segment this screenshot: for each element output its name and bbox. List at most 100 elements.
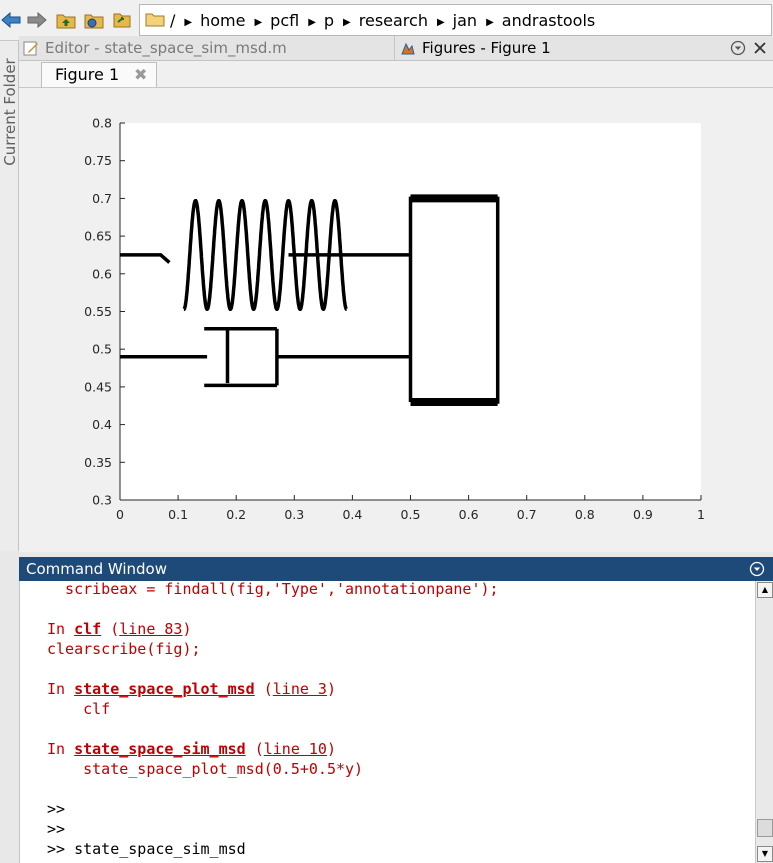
breadcrumb-pcfl[interactable]: pcfl <box>270 5 299 36</box>
output-line: clf <box>47 699 110 719</box>
function-link[interactable]: state_space_sim_msd <box>74 740 246 758</box>
output-line: In clf (line 83) <box>47 619 192 639</box>
command-window: Command Window scribeax = findall(fig,'T… <box>19 557 773 863</box>
command-window-body[interactable]: scribeax = findall(fig,'Type','annotatio… <box>19 581 773 863</box>
output-line: clearscribe(fig); <box>47 639 201 659</box>
tab-editor[interactable]: Editor - state_space_sim_msd.m <box>19 36 395 60</box>
command-output[interactable]: scribeax = findall(fig,'Type','annotatio… <box>20 581 756 863</box>
back-arrow-icon[interactable] <box>0 9 22 31</box>
y-tick-label: 0.5 <box>92 342 112 357</box>
y-tick-label: 0.75 <box>84 153 112 168</box>
prompt-text: >> state_space_sim_msd <box>47 840 246 858</box>
y-tick-label: 0.4 <box>92 417 112 432</box>
output-text: scribeax = findall(fig,'Type','annotatio… <box>47 581 499 598</box>
editor-icon <box>23 41 38 56</box>
panel-menu-icon[interactable] <box>749 561 765 577</box>
breadcrumb-jan[interactable]: jan <box>453 5 477 36</box>
output-text: ) <box>182 620 192 638</box>
chevron-right-icon[interactable]: ▶ <box>308 7 316 38</box>
line-link[interactable]: line 10 <box>264 740 327 758</box>
tab-figures[interactable]: Figures - Figure 1 <box>396 36 773 60</box>
x-tick-label: 0 <box>116 507 124 522</box>
breadcrumb-p[interactable]: p <box>324 5 334 36</box>
close-icon[interactable]: ✖ <box>134 63 147 87</box>
scrollbar-thumb[interactable] <box>757 819 773 837</box>
tab-figure-1[interactable]: Figure 1 ✖ <box>41 62 157 87</box>
breadcrumb-andrastools[interactable]: andrastools <box>502 5 595 36</box>
y-tick-label: 0.8 <box>92 116 112 131</box>
close-icon[interactable] <box>753 41 767 55</box>
output-text: clf <box>47 700 111 718</box>
refresh-icon[interactable] <box>111 9 133 31</box>
command-window-titlebar: Command Window <box>19 557 773 581</box>
output-line: >> <box>47 819 65 839</box>
output-text: ( <box>101 620 120 638</box>
y-tick-label: 0.35 <box>84 455 112 470</box>
function-link[interactable]: clf <box>74 620 101 638</box>
document-tabs: Editor - state_space_sim_msd.m Figures -… <box>19 36 773 61</box>
output-line: state_space_plot_msd(0.5+0.5*y) <box>47 759 363 779</box>
output-text: ) <box>326 680 336 698</box>
breadcrumb-root[interactable]: / <box>170 5 175 36</box>
command-window-title: Command Window <box>26 560 168 578</box>
folder-icon <box>145 13 165 27</box>
vertical-scrollbar[interactable]: ▲ ▼ <box>755 581 773 863</box>
x-tick-label: 0.7 <box>517 507 537 522</box>
x-tick-label: 0.8 <box>575 507 595 522</box>
current-folder-label[interactable]: Current Folder <box>1 56 19 168</box>
up-folder-icon[interactable] <box>55 9 77 31</box>
output-text: In <box>47 680 75 698</box>
browse-folder-icon[interactable] <box>83 9 105 31</box>
x-tick-label: 0.9 <box>633 507 653 522</box>
scroll-down-arrow-icon[interactable]: ▼ <box>757 846 773 862</box>
output-text: clearscribe(fig); <box>47 640 201 658</box>
prompt-text: >> <box>47 820 66 838</box>
left-gutter <box>0 555 18 863</box>
y-tick-label: 0.7 <box>92 191 112 206</box>
line-link[interactable]: line 83 <box>119 620 182 638</box>
output-text: ( <box>254 680 273 698</box>
x-tick-label: 0.5 <box>401 507 421 522</box>
y-tick-label: 0.6 <box>92 266 112 281</box>
x-tick-label: 0.6 <box>459 507 479 522</box>
function-link[interactable]: state_space_plot_msd <box>74 680 255 698</box>
output-text: In <box>47 620 75 638</box>
y-tick-label: 0.45 <box>84 379 112 394</box>
output-line: >> state_space_sim_msd <box>47 839 246 859</box>
chevron-right-icon[interactable]: ▶ <box>254 7 262 38</box>
output-line: scribeax = findall(fig,'Type','annotatio… <box>47 581 499 599</box>
scroll-up-arrow-icon[interactable]: ▲ <box>757 582 773 598</box>
function-browser-icon[interactable]: fx <box>20 859 26 863</box>
x-tick-label: 0.2 <box>226 507 246 522</box>
breadcrumb-home[interactable]: home <box>200 5 245 36</box>
figure-canvas: 0 0.1 0.2 0.3 0.4 0.5 0.6 0.7 0.8 0.9 1 0.3 0.35 0.4 0… <box>19 87 773 552</box>
x-tick-label: 1 <box>697 507 705 522</box>
output-line: >> <box>47 799 65 819</box>
chevron-right-icon[interactable]: ▶ <box>437 7 445 38</box>
output-text: ( <box>245 740 264 758</box>
figures-panel: Figure 1 ✖ 0 0.1 0.2 0.3 0.4 0.5 0.6 0.7 0.8 0.9 1… <box>19 61 773 552</box>
tab-figure-1-label: Figure 1 <box>55 65 120 84</box>
line-link[interactable]: line 3 <box>273 680 327 698</box>
address-bar[interactable]: / ▶ home ▶ pcfl ▶ p ▶ research ▶ jan ▶ andrastools <box>139 4 772 36</box>
chevron-right-icon[interactable]: ▶ <box>184 7 192 38</box>
chevron-right-icon[interactable]: ▶ <box>343 7 351 38</box>
breadcrumb: / ▶ home ▶ pcfl ▶ p ▶ research ▶ jan ▶ andrastools <box>170 5 595 35</box>
y-tick-label: 0.3 <box>92 493 112 508</box>
figure-icon <box>401 42 415 55</box>
prompt-text: >> <box>47 800 66 818</box>
y-tick-label: 0.65 <box>84 229 112 244</box>
forward-arrow-icon[interactable] <box>26 9 48 31</box>
panel-menu-icon[interactable] <box>730 40 746 56</box>
output-text: state_space_plot_msd(0.5+0.5*y) <box>47 760 364 778</box>
output-line: In state_space_plot_msd (line 3) <box>47 679 336 699</box>
output-text: In <box>47 740 75 758</box>
toolbar: / ▶ home ▶ pcfl ▶ p ▶ research ▶ jan ▶ andrastools <box>0 0 773 41</box>
current-folder-collapsed-panel[interactable]: Current Folder <box>0 41 19 551</box>
breadcrumb-research[interactable]: research <box>359 5 428 36</box>
output-text: ) <box>326 740 336 758</box>
tab-editor-label: Editor - state_space_sim_msd.m <box>45 39 287 57</box>
output-line: In state_space_sim_msd (line 10) <box>47 739 336 759</box>
chevron-right-icon[interactable]: ▶ <box>486 7 494 38</box>
plot-svg: 0 0.1 0.2 0.3 0.4 0.5 0.6 0.7 0.8 0.9 1 0.3 0.35 0.4 0… <box>84 116 705 523</box>
